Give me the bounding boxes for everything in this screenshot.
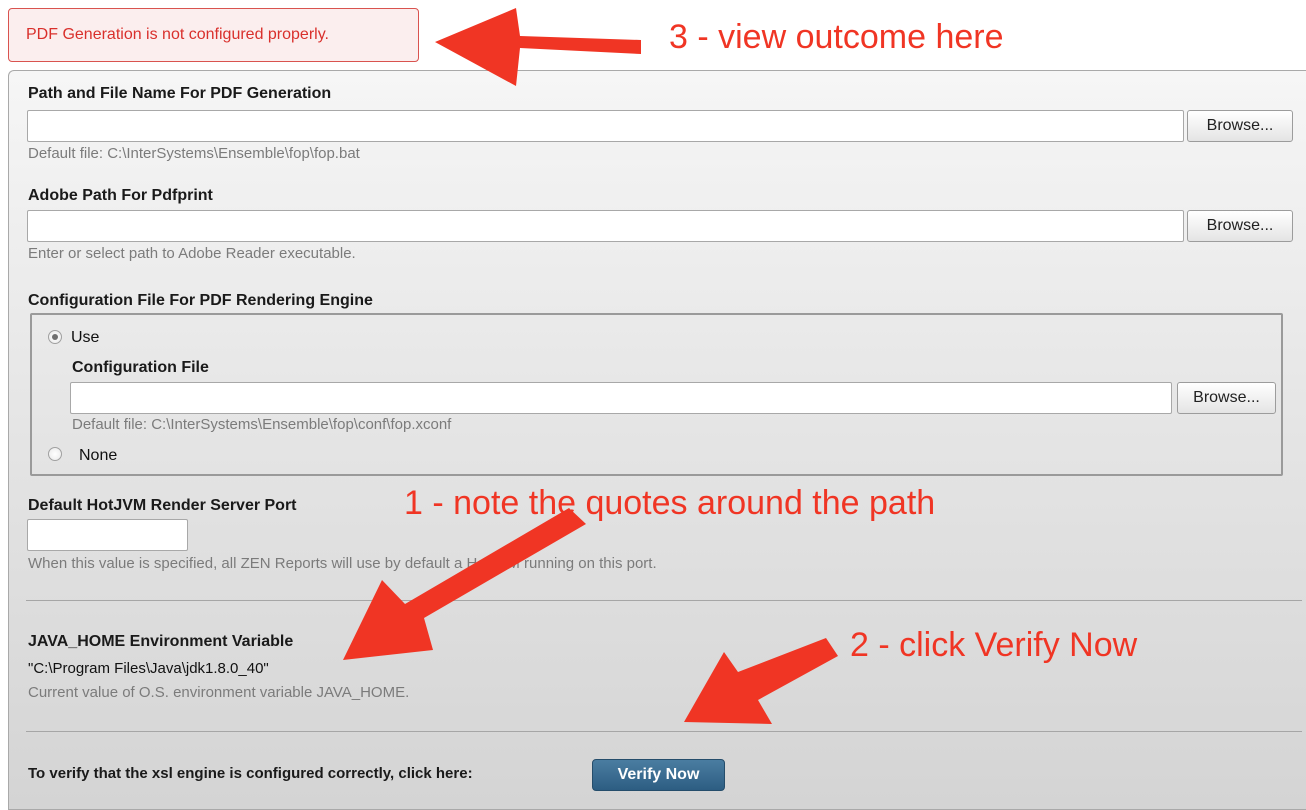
annotation-3: 3 - view outcome here: [669, 18, 1004, 56]
arrow-2-icon: [684, 638, 838, 724]
arrow-1-icon: [343, 508, 586, 660]
annotation-arrows: [343, 8, 838, 724]
annotation-1: 1 - note the quotes around the path: [404, 484, 936, 522]
arrow-3-icon: [435, 8, 641, 86]
annotation-2: 2 - click Verify Now: [850, 626, 1138, 664]
